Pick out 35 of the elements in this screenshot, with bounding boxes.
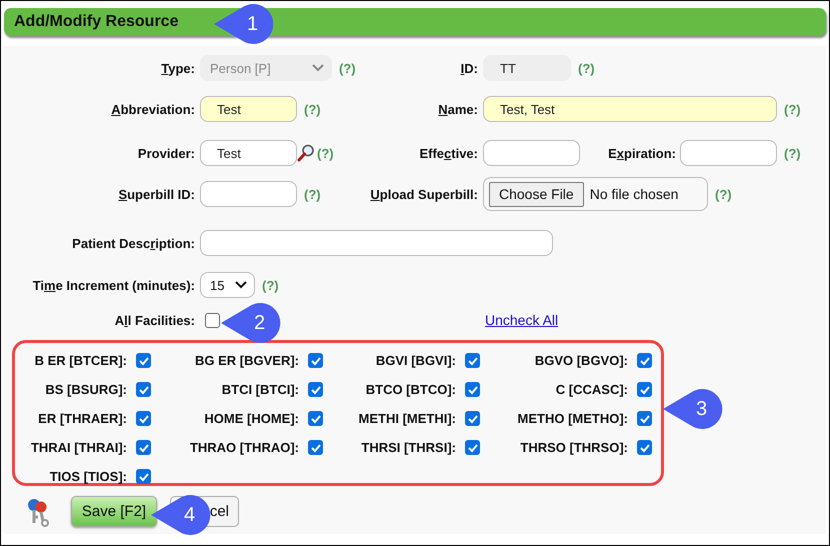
callout-tooltip: 3 xyxy=(663,389,723,429)
field-label: Effective: xyxy=(418,146,478,160)
field-label: Upload Superbill: xyxy=(369,186,478,202)
field-label: Time Increment (minutes): xyxy=(32,278,195,292)
field-label: Type: xyxy=(160,60,195,76)
facility-label: METHI [METHI]: xyxy=(358,411,456,426)
callout-tooltip: 1 xyxy=(214,4,274,44)
facility-label: ER [THRAER]: xyxy=(38,411,127,426)
facility-label: HOME [HOME]: xyxy=(204,411,299,426)
facility-label: THRSO [THRSO]: xyxy=(520,440,628,455)
facility-label: TIOS [TIOS]: xyxy=(50,469,127,484)
facility-label: BTCI [BTCI]: xyxy=(222,382,299,397)
facility-label: THRAI [THRAI]: xyxy=(30,440,127,455)
facility-label: BGVI [BGVI]: xyxy=(376,353,456,368)
field-label: Provider: xyxy=(136,146,195,160)
field-label: Abbreviation: xyxy=(110,102,195,116)
field-label: Superbill ID: xyxy=(117,186,195,202)
facility-label: THRAO [THRAO]: xyxy=(190,440,299,455)
page-title: Add/Modify Resource xyxy=(14,13,178,31)
facility-label: BTCO [BTCO]: xyxy=(366,382,456,397)
field-label: Patient Description: xyxy=(71,236,195,250)
file-status-text: No file chosen xyxy=(590,186,678,202)
facility-label: THRSI [THRSI]: xyxy=(361,440,456,455)
facility-label: METHO [METHO]: xyxy=(518,411,628,426)
field-label: All Facilities: xyxy=(114,312,195,328)
field-label: ID: xyxy=(460,60,478,76)
facility-label: BS [BSURG]: xyxy=(45,382,127,397)
field-label: Expiration: xyxy=(607,146,676,160)
facility-label: BG ER [BGVER]: xyxy=(195,353,299,368)
facility-label: C [CCASC]: xyxy=(556,382,628,397)
facility-label: B ER [BTCER]: xyxy=(34,353,127,368)
callout-tooltip: 2 xyxy=(221,303,281,343)
facility-label: BGVO [BGVO]: xyxy=(534,353,628,368)
callout-tooltip: 4 xyxy=(151,495,211,535)
field-label: Name: xyxy=(437,102,478,116)
